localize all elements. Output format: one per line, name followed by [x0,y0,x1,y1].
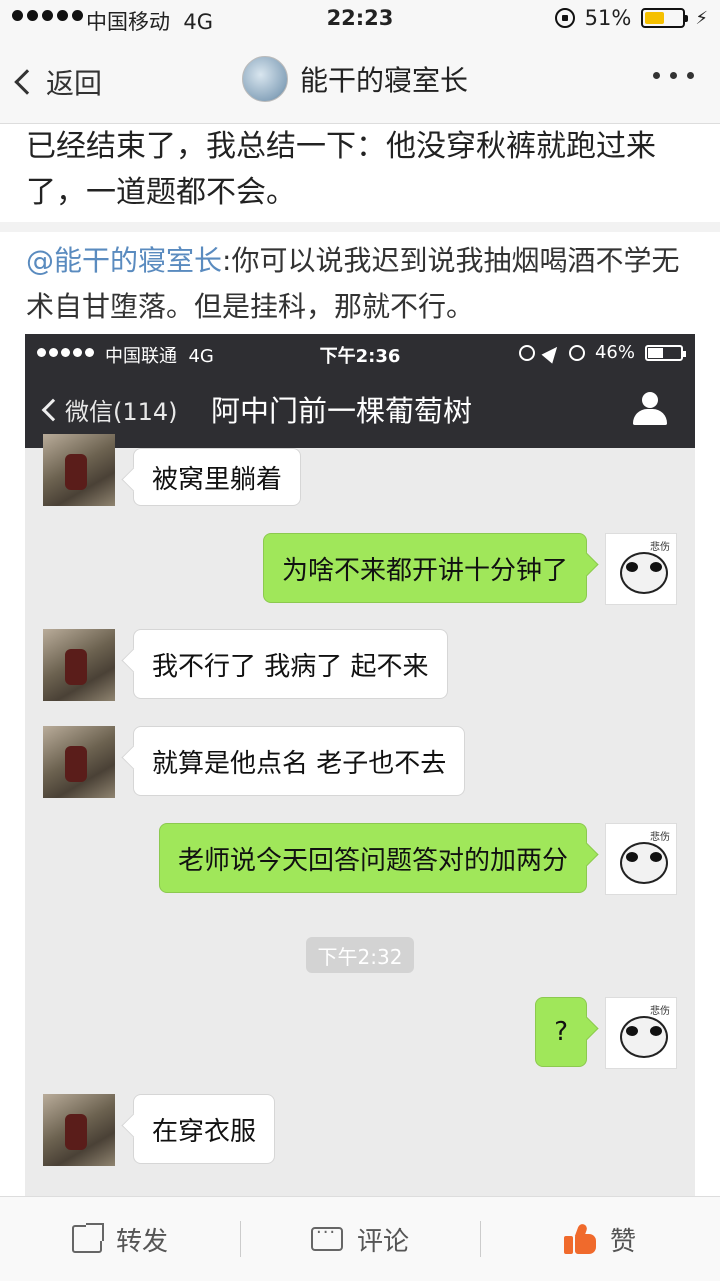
contact-avatar [43,726,115,798]
back-button[interactable]: 返回 [14,62,103,102]
embedded-image[interactable]: 中国联通 4G 下午2:36 46% 微信(114) 阿中门前一棵葡萄树 被窝里… [25,334,695,1196]
quoted-post: @能干的寝室长:你可以说我迟到说我抽烟喝酒不学无术自甘堕落。但是挂科，那就不行。 [26,238,696,330]
embedded-back: 微信(114) [41,392,178,427]
panda-face-icon [620,1016,668,1058]
chat-message: 被窝里躺着 [133,448,302,506]
embedded-back-label: 微信(114) [65,398,178,426]
page-title: 能干的寝室长 [300,64,469,97]
thumbs-up-icon [563,1222,596,1254]
person-icon [633,392,667,426]
status-bar: 中国移动 4G 22:23 51% ⚡ [0,0,720,40]
mention-link[interactable]: @能干的寝室长 [26,244,222,277]
charging-icon: ⚡ [695,7,708,29]
back-label: 返回 [46,67,103,100]
chat-message: ? [535,997,587,1067]
battery-icon [645,344,686,361]
self-avatar: 悲伤 [605,533,677,605]
repost-label: 转发 [115,1226,168,1257]
chat-message: 为啥不来都开讲十分钟了 [262,533,587,603]
chevron-left-icon [41,398,65,421]
rotation-lock-icon [518,344,535,361]
contact-avatar [43,629,115,701]
chat-message: 我不行了 我病了 起不来 [133,629,448,699]
share-icon [71,1223,104,1253]
location-arrow-icon [541,341,563,364]
more-menu-icon[interactable] [653,72,694,79]
panda-face-icon [620,842,668,884]
rotation-lock-icon [554,8,575,28]
embedded-chat-title: 阿中门前一棵葡萄树 [211,394,473,428]
chat-message: 就算是他点名 老子也不去 [133,726,466,796]
alarm-icon [568,344,585,361]
repost-button[interactable]: 转发 [0,1197,240,1281]
chat-message: 在穿衣服 [133,1094,276,1164]
comment-icon [310,1222,343,1251]
battery-percent: 51% [584,6,632,30]
embedded-nav-bar: 微信(114) 阿中门前一棵葡萄树 [25,372,695,448]
self-avatar: 悲伤 [605,997,677,1069]
contact-avatar [43,1094,115,1166]
battery-icon [641,8,689,28]
comment-button[interactable]: 评论 [240,1197,480,1281]
panda-face-icon [620,552,668,594]
like-label: 赞 [609,1226,636,1257]
embedded-status-bar: 中国联通 4G 下午2:36 46% [25,334,695,372]
contact-avatar [43,434,115,506]
embedded-battery-percent: 46% [594,342,635,363]
divider [0,222,720,232]
self-avatar: 悲伤 [605,823,677,895]
avatar[interactable] [242,56,288,102]
chat-message: 老师说今天回答问题答对的加两分 [158,823,587,893]
post-text: 已经结束了，我总结一下：他没穿秋裤就跑过来了，一道题都不会。 [26,129,656,210]
chevron-left-icon [14,69,40,95]
nav-bar: 返回 能干的寝室长 [0,40,720,124]
time-divider: 下午2:32 [306,937,414,973]
comment-label: 评论 [356,1226,409,1257]
bottom-toolbar: 转发 评论 赞 [0,1196,720,1281]
like-button[interactable]: 赞 [480,1197,720,1281]
